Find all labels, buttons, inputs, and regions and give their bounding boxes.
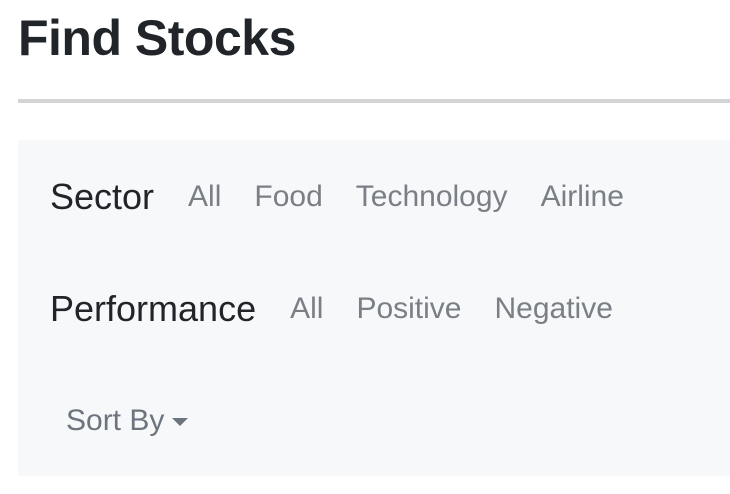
performance-label: Performance [50, 288, 257, 329]
performance-option-all[interactable]: All [290, 286, 323, 332]
performance-filter-row: Performance All Positive Negative [50, 286, 646, 332]
divider [18, 99, 730, 103]
sector-option-technology[interactable]: Technology [356, 174, 508, 220]
sort-by-dropdown[interactable]: Sort By [66, 398, 189, 444]
filter-panel: Sector All Food Technology Airline Perfo… [18, 140, 730, 476]
page: Find Stocks Sector All Food Technology A… [0, 0, 730, 494]
performance-option-positive[interactable]: Positive [356, 286, 461, 332]
caret-down-icon [172, 418, 189, 426]
performance-option-negative[interactable]: Negative [494, 286, 612, 332]
sort-by-label: Sort By [66, 404, 165, 437]
sector-option-all[interactable]: All [188, 174, 221, 220]
sector-filter-row: Sector All Food Technology Airline [50, 174, 657, 220]
sort-row: Sort By [66, 398, 189, 444]
sector-option-airline[interactable]: Airline [541, 174, 624, 220]
sector-option-food[interactable]: Food [254, 174, 322, 220]
page-title: Find Stocks [18, 10, 296, 66]
sector-label: Sector [50, 176, 155, 217]
